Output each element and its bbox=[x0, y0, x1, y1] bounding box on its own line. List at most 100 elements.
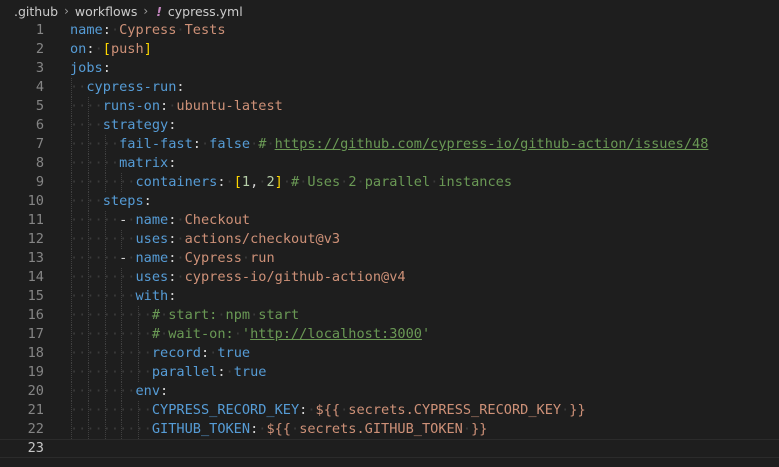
code-token: name bbox=[70, 22, 103, 38]
code-line[interactable]: 12 ········uses:·actions/checkout@v3 bbox=[0, 230, 779, 249]
code-token: uses bbox=[135, 269, 169, 285]
whitespace-marker: · bbox=[94, 41, 103, 57]
code-text: ········uses:·actions/checkout@v3 bbox=[70, 230, 340, 249]
breadcrumb-item-github[interactable]: .github bbox=[14, 4, 58, 19]
code-text: ······matrix: bbox=[70, 154, 176, 173]
whitespace-marker: · bbox=[176, 269, 185, 285]
whitespace-marker: · bbox=[176, 212, 185, 228]
code-token: : bbox=[168, 155, 177, 171]
whitespace-marker: ········ bbox=[70, 269, 136, 285]
code-text: ··········#·start:·npm·start bbox=[70, 306, 299, 325]
code-token: 1 bbox=[241, 174, 251, 190]
code-token: : bbox=[86, 41, 95, 57]
code-token: # bbox=[151, 307, 161, 323]
code-token: push bbox=[110, 41, 144, 57]
whitespace-marker: · bbox=[160, 307, 169, 323]
whitespace-marker: · bbox=[233, 326, 242, 342]
code-token: }} bbox=[569, 402, 586, 418]
whitespace-marker: ·· bbox=[70, 79, 87, 95]
whitespace-marker: ·········· bbox=[70, 345, 152, 361]
code-line[interactable]: 5 ····runs-on:·ubuntu-latest bbox=[0, 97, 779, 116]
code-token: true bbox=[217, 345, 251, 361]
whitespace-marker: · bbox=[200, 136, 210, 152]
code-text: ··········parallel:·true bbox=[70, 363, 266, 382]
whitespace-marker: · bbox=[307, 402, 316, 418]
code-token: start bbox=[258, 307, 300, 323]
code-line[interactable]: 7 ······fail-fast:·false·#·https://github… bbox=[0, 135, 779, 154]
breadcrumb-item-workflows[interactable]: workflows bbox=[75, 4, 138, 19]
code-line[interactable]: 11 ······-·name:·Checkout bbox=[0, 211, 779, 230]
code-token: npm bbox=[225, 307, 251, 323]
line-number: 21 bbox=[27, 402, 44, 418]
code-line[interactable]: 13 ······-·name:·Cypress·run bbox=[0, 249, 779, 268]
code-line[interactable]: 1 name:·Cypress·Tests bbox=[0, 21, 779, 40]
code-line[interactable]: 2 on:·[push] bbox=[0, 40, 779, 59]
whitespace-marker: · bbox=[217, 307, 226, 323]
code-token: instances bbox=[438, 174, 513, 190]
code-token: CYPRESS_RECORD_KEY bbox=[151, 402, 300, 418]
code-token: https://github.com/cypress-io/github-act… bbox=[274, 136, 709, 152]
line-number: 9 bbox=[35, 174, 44, 190]
line-number: 22 bbox=[27, 421, 44, 437]
code-line[interactable]: 23 bbox=[0, 439, 779, 458]
line-number: 1 bbox=[35, 22, 44, 38]
line-number: 16 bbox=[27, 307, 44, 323]
code-token: : bbox=[200, 345, 210, 361]
whitespace-marker: ········ bbox=[70, 288, 136, 304]
line-number: 3 bbox=[35, 60, 44, 76]
code-line[interactable]: 19 ··········parallel:·true bbox=[0, 363, 779, 382]
code-token: Checkout bbox=[184, 212, 251, 228]
whitespace-marker: ······ bbox=[70, 212, 120, 228]
code-token: start: bbox=[168, 307, 218, 323]
code-line[interactable]: 14 ········uses:·cypress-io/github-action… bbox=[0, 268, 779, 287]
whitespace-marker: · bbox=[266, 136, 275, 152]
code-line[interactable]: 15 ········with: bbox=[0, 287, 779, 306]
whitespace-marker: ······ bbox=[70, 136, 120, 152]
code-token: secrets.CYPRESS_RECORD_KEY bbox=[348, 402, 562, 418]
whitespace-marker: · bbox=[241, 250, 251, 266]
code-line[interactable]: 22 ··········GITHUB_TOKEN:·${{·secrets.GI… bbox=[0, 420, 779, 439]
code-line[interactable]: 3 jobs: bbox=[0, 59, 779, 78]
code-token: ] bbox=[274, 174, 283, 190]
code-line[interactable]: 6 ····strategy: bbox=[0, 116, 779, 135]
code-text: ········containers:·[1,·2]·#·Uses·2·para… bbox=[70, 173, 512, 192]
code-line[interactable]: 18 ··········record:·true bbox=[0, 344, 779, 363]
line-number: 7 bbox=[35, 136, 44, 152]
code-token: : bbox=[192, 136, 201, 152]
code-token: cypress-io/github-action@v4 bbox=[184, 269, 406, 285]
whitespace-marker: ·········· bbox=[70, 421, 152, 437]
code-line[interactable]: 20 ········env: bbox=[0, 382, 779, 401]
code-line[interactable]: 10 ····steps: bbox=[0, 192, 779, 211]
whitespace-marker: · bbox=[462, 421, 472, 437]
whitespace-marker: ···· bbox=[70, 193, 103, 209]
code-line[interactable]: 4 ··cypress-run: bbox=[0, 78, 779, 97]
line-number: 18 bbox=[27, 345, 44, 361]
whitespace-marker: ·········· bbox=[70, 307, 152, 323]
code-token: parallel bbox=[151, 364, 218, 380]
line-number: 2 bbox=[35, 41, 44, 57]
code-line[interactable]: 16 ··········#·start:·npm·start bbox=[0, 306, 779, 325]
chevron-right-icon: › bbox=[64, 4, 69, 18]
code-token: name bbox=[135, 250, 169, 266]
chevron-right-icon: › bbox=[143, 4, 149, 18]
code-line[interactable]: 9 ········containers:·[1,·2]·#·Uses·2·par… bbox=[0, 173, 779, 192]
code-token: runs-on bbox=[102, 98, 161, 114]
code-token: containers bbox=[135, 174, 218, 190]
code-editor[interactable]: 1 name:·Cypress·Tests 2 on:·[push] 3 jobs: 4 ··… bbox=[0, 21, 779, 458]
code-token: GITHUB_TOKEN bbox=[151, 421, 251, 437]
code-line[interactable]: 21 ··········CYPRESS_RECORD_KEY:·${{·secr… bbox=[0, 401, 779, 420]
code-token: : bbox=[176, 79, 185, 95]
code-token: : bbox=[217, 364, 226, 380]
code-token: : bbox=[160, 383, 169, 399]
line-number: 6 bbox=[35, 117, 44, 133]
code-token: http://localhost:3000 bbox=[250, 326, 422, 342]
code-token: : bbox=[160, 98, 169, 114]
code-token: : bbox=[102, 60, 111, 76]
code-token: uses bbox=[135, 231, 169, 247]
code-token: ] bbox=[143, 41, 152, 57]
code-token: steps bbox=[102, 193, 144, 209]
code-line[interactable]: 17 ··········#·wait-on:·'http://localhost… bbox=[0, 325, 779, 344]
whitespace-marker: · bbox=[176, 231, 185, 247]
breadcrumb-item-file[interactable]: cypress.yml bbox=[168, 4, 243, 19]
code-line[interactable]: 8 ······matrix: bbox=[0, 154, 779, 173]
